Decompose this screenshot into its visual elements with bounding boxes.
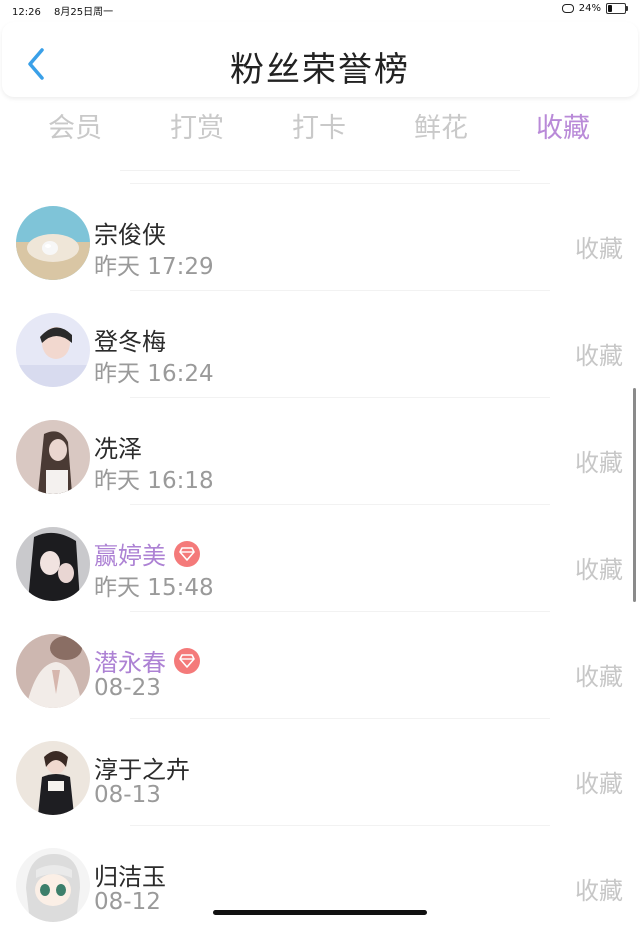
- status-time-date: 12:26 8月25日周一: [12, 3, 123, 18]
- battery-icon: [606, 3, 628, 14]
- tab-favorites[interactable]: 收藏: [536, 106, 590, 145]
- favorite-label: 收藏: [575, 449, 623, 477]
- divider: [130, 504, 550, 505]
- list-item[interactable]: 淳于之卉 08-13 收藏: [0, 718, 640, 824]
- item-time: 08-23: [94, 675, 161, 701]
- favorite-label: 收藏: [575, 342, 623, 370]
- favorite-label: 收藏: [575, 235, 623, 263]
- status-time: 12:26: [12, 7, 41, 18]
- avatar[interactable]: [16, 206, 90, 280]
- avatar-image: [16, 848, 90, 922]
- user-name: 归洁玉: [94, 863, 166, 891]
- link-icon: [561, 4, 574, 13]
- divider: [130, 397, 550, 398]
- divider: [130, 290, 550, 291]
- list-item[interactable]: 登冬梅 昨天 16:24 收藏: [0, 290, 640, 396]
- divider: [130, 183, 550, 184]
- avatar[interactable]: [16, 848, 90, 922]
- avatar[interactable]: [16, 634, 90, 708]
- item-time: 昨天 17:29: [94, 254, 214, 280]
- list-item[interactable]: 潜永春 08-23 收藏: [0, 611, 640, 717]
- avatar-image: [16, 420, 90, 494]
- user-name: 冼泽: [94, 435, 142, 463]
- favorite-label: 收藏: [575, 770, 623, 798]
- divider: [130, 718, 550, 719]
- tab-bar: 会员 打赏 打卡 鲜花 收藏: [0, 100, 640, 150]
- tab-member[interactable]: 会员: [48, 106, 102, 145]
- favorite-label: 收藏: [575, 556, 623, 584]
- avatar-image: [16, 634, 90, 708]
- home-indicator[interactable]: [213, 910, 427, 915]
- item-time: 08-13: [94, 782, 161, 808]
- page-title: 粉丝荣誉榜: [230, 50, 410, 90]
- user-name: 淳于之卉: [94, 756, 190, 784]
- avatar[interactable]: [16, 527, 90, 601]
- item-time: 08-12: [94, 889, 161, 915]
- battery-percent: 24%: [578, 3, 601, 14]
- battery-fill: [608, 5, 612, 12]
- user-name: 潜永春: [94, 649, 166, 677]
- divider: [120, 170, 520, 171]
- tab-flowers[interactable]: 鲜花: [414, 106, 468, 145]
- list-item[interactable]: 赢婷美 昨天 15:48 收藏: [0, 504, 640, 610]
- user-name: 赢婷美: [94, 542, 166, 570]
- user-name-row: 赢婷美: [94, 536, 200, 571]
- status-date: 8月25日周一: [54, 7, 114, 18]
- list-item[interactable]: 冼泽 昨天 16:18 收藏: [0, 397, 640, 503]
- user-name: 宗俊侠: [94, 221, 166, 249]
- list-item[interactable]: 宗俊侠 昨天 17:29 收藏: [0, 183, 640, 289]
- avatar[interactable]: [16, 741, 90, 815]
- divider: [130, 611, 550, 612]
- divider: [130, 825, 550, 826]
- avatar[interactable]: [16, 313, 90, 387]
- item-time: 昨天 16:24: [94, 361, 214, 387]
- diamond-badge: [174, 647, 200, 674]
- status-bar: 12:26 8月25日周一 24%: [0, 0, 640, 20]
- nav-header: 粉丝荣誉榜: [2, 22, 638, 97]
- scrollbar[interactable]: [633, 388, 636, 602]
- item-time: 昨天 16:18: [94, 468, 214, 494]
- diamond-icon: [179, 653, 195, 668]
- user-name: 登冬梅: [94, 328, 166, 356]
- list-item[interactable]: 归洁玉 08-12 收藏: [0, 825, 640, 931]
- tab-tip[interactable]: 打赏: [170, 106, 224, 145]
- avatar-image: [16, 527, 90, 601]
- status-right: 24%: [561, 3, 628, 14]
- favorite-label: 收藏: [575, 663, 623, 691]
- user-name-row: 潜永春: [94, 643, 200, 678]
- diamond-badge: [174, 540, 200, 567]
- diamond-icon: [179, 546, 195, 561]
- avatar-image: [16, 206, 90, 280]
- avatar[interactable]: [16, 420, 90, 494]
- avatar-image: [16, 313, 90, 387]
- item-time: 昨天 15:48: [94, 575, 214, 601]
- favorite-label: 收藏: [575, 877, 623, 905]
- tab-checkin[interactable]: 打卡: [292, 106, 346, 145]
- avatar-image: [16, 741, 90, 815]
